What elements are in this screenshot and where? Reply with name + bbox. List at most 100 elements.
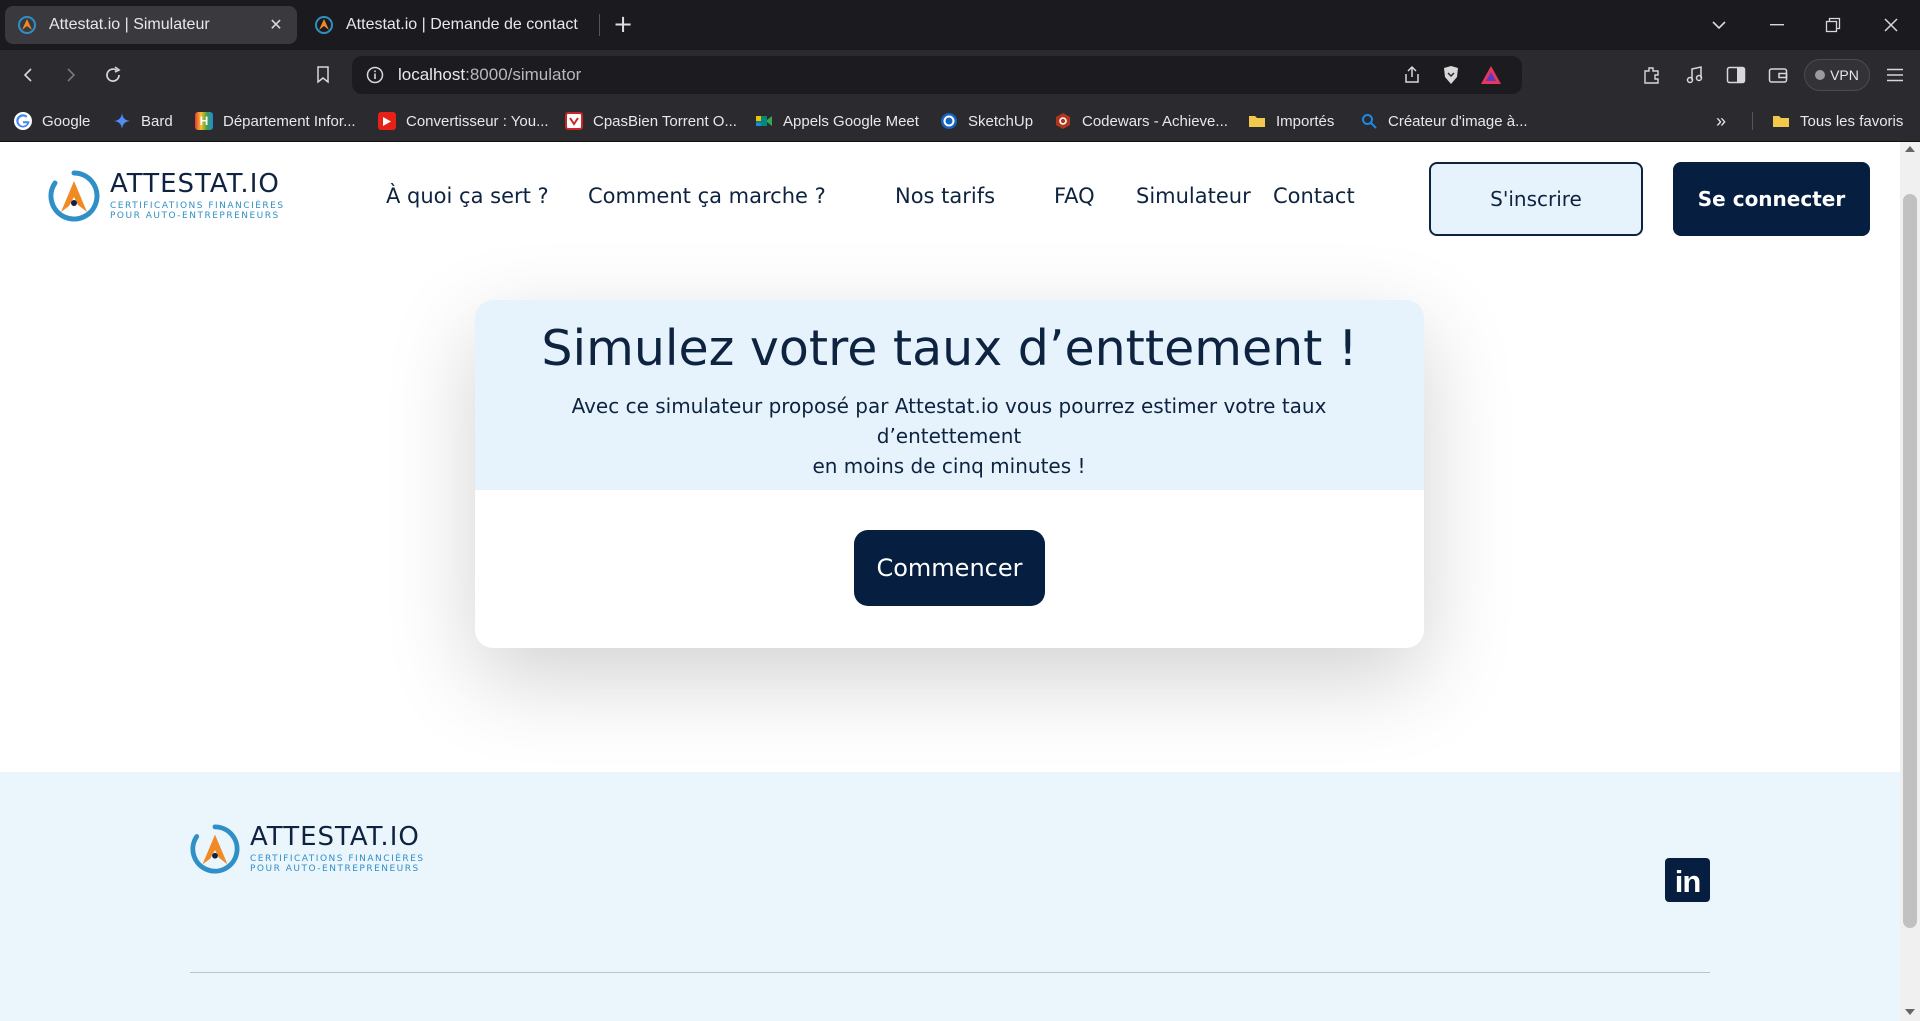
bookmark-all-favorites[interactable]: Tous les favoris <box>1772 109 1903 133</box>
site-logo[interactable]: ATTESTAT.IO CERTIFICATIONS FINANCIÈRES P… <box>48 170 285 222</box>
nav-contact[interactable]: Contact <box>1273 184 1355 208</box>
site-header: ATTESTAT.IO CERTIFICATIONS FINANCIÈRES P… <box>0 142 1900 257</box>
bookmark-label: Bard <box>141 112 173 130</box>
bookmark-bard[interactable]: Bard <box>113 109 173 133</box>
tab-contact[interactable]: Attestat.io | Demande de contact <box>302 6 594 44</box>
google-icon <box>14 112 32 130</box>
bookmark-codewars[interactable]: Codewars - Achieve... <box>1054 109 1228 133</box>
url-text[interactable]: localhost:8000/simulator <box>398 65 581 85</box>
attestat-favicon-icon <box>315 16 333 34</box>
start-button[interactable]: Commencer <box>854 530 1045 606</box>
minimize-icon[interactable] <box>1752 0 1802 50</box>
tab-separator <box>599 14 600 36</box>
browser-toolbar: localhost:8000/simulator VPN <box>0 50 1920 100</box>
nav-nos-tarifs[interactable]: Nos tarifs <box>895 184 995 208</box>
close-tab-icon[interactable]: ✕ <box>267 15 285 35</box>
logo-subtitle-2: POUR AUTO-ENTREPRENEURS <box>250 864 420 875</box>
menu-icon[interactable] <box>1880 60 1910 90</box>
site-info-icon[interactable] <box>366 66 384 84</box>
bookmark-departement[interactable]: H Département Infor... <box>195 109 356 133</box>
signup-button[interactable]: S'inscrire <box>1429 162 1643 236</box>
footer-logo[interactable]: ATTESTAT.IO CERTIFICATIONS FINANCIÈRES P… <box>190 824 425 875</box>
bookmark-label: Département Infor... <box>223 112 356 130</box>
bookmark-label: Créateur d'image à... <box>1388 112 1528 130</box>
share-icon[interactable] <box>1402 65 1422 85</box>
bookmark-label: CpasBien Torrent O... <box>593 112 737 130</box>
logo-name: ATTESTAT.IO <box>110 168 280 199</box>
brave-rewards-icon[interactable] <box>1480 65 1502 85</box>
bookmark-google[interactable]: Google <box>14 109 90 133</box>
bookmark-importes[interactable]: Importés <box>1248 109 1334 133</box>
bookmark-convertisseur[interactable]: Convertisseur : You... <box>378 109 549 133</box>
bookmark-cpasbien[interactable]: CpasBien Torrent O... <box>565 109 737 133</box>
meet-icon <box>756 116 772 126</box>
new-tab-button[interactable]: + <box>608 10 638 40</box>
nav-simulateur[interactable]: Simulateur <box>1136 184 1251 208</box>
address-bar[interactable]: localhost:8000/simulator <box>352 56 1522 94</box>
linkedin-icon[interactable]: in <box>1665 858 1710 902</box>
bookmark-label: Importés <box>1276 112 1335 130</box>
vpn-label: VPN <box>1830 67 1859 83</box>
attestat-favicon-icon <box>18 16 36 34</box>
nav-a-quoi-ca-sert[interactable]: À quoi ça sert ? <box>386 184 549 208</box>
bookmark-sketchup[interactable]: SketchUp <box>940 109 1033 133</box>
vpn-status-icon <box>1815 70 1826 80</box>
bookmark-label: SketchUp <box>968 112 1034 130</box>
bookmark-google-meet[interactable]: Appels Google Meet <box>755 109 919 133</box>
brave-shields-icon[interactable] <box>1440 64 1462 86</box>
logo-name: ATTESTAT.IO <box>250 822 420 852</box>
simulator-description-line-2: en moins de cinq minutes ! <box>812 454 1086 478</box>
attestat-logo-icon <box>48 170 100 222</box>
site-footer: ATTESTAT.IO CERTIFICATIONS FINANCIÈRES P… <box>0 772 1900 1021</box>
bookmark-label: Google <box>42 112 91 130</box>
bookmarks-divider <box>1752 112 1753 130</box>
page-scrollbar[interactable] <box>1900 142 1920 1021</box>
cpasbien-icon <box>565 112 583 130</box>
url-path: :8000/simulator <box>465 65 582 84</box>
simulator-description: Avec ce simulateur proposé par Attestat.… <box>499 391 1399 481</box>
simulator-title: Simulez votre taux d’enttement ! <box>541 320 1358 377</box>
url-host: localhost <box>398 65 466 84</box>
wallet-icon[interactable] <box>1763 60 1793 90</box>
close-window-icon[interactable] <box>1866 0 1916 50</box>
forward-arrow-icon[interactable] <box>55 60 85 90</box>
page-viewport: ATTESTAT.IO CERTIFICATIONS FINANCIÈRES P… <box>0 142 1900 1021</box>
tab-simulateur[interactable]: Attestat.io | Simulateur ✕ <box>5 6 297 44</box>
search-icon <box>1362 114 1377 129</box>
tab-title: Attestat.io | Simulateur <box>49 16 210 33</box>
reload-icon[interactable] <box>98 60 128 90</box>
scrollbar-thumb[interactable] <box>1903 194 1917 928</box>
logo-subtitle-1: CERTIFICATIONS FINANCIÈRES <box>110 200 285 211</box>
simulator-card-header: Simulez votre taux d’enttement ! Avec ce… <box>475 300 1424 490</box>
h-icon: H <box>195 112 213 130</box>
tab-search-chevron-icon[interactable] <box>1694 0 1744 50</box>
simulator-card: Simulez votre taux d’enttement ! Avec ce… <box>475 300 1424 648</box>
extensions-icon[interactable] <box>1637 60 1667 90</box>
login-button[interactable]: Se connecter <box>1673 162 1870 236</box>
sidebar-icon[interactable] <box>1721 60 1751 90</box>
bookmark-label: Tous les favoris <box>1800 112 1904 130</box>
media-icon[interactable] <box>1680 60 1710 90</box>
bookmarks-bar: Google Bard H Département Infor... Conve… <box>0 100 1920 142</box>
folder-icon <box>1249 116 1265 127</box>
nav-comment-ca-marche[interactable]: Comment ça marche ? <box>588 184 826 208</box>
attestat-logo-icon <box>190 824 240 874</box>
back-arrow-icon[interactable] <box>14 60 44 90</box>
restore-icon[interactable] <box>1808 0 1858 50</box>
nav-faq[interactable]: FAQ <box>1054 184 1095 208</box>
footer-divider <box>190 972 1710 973</box>
folder-icon <box>1773 116 1789 127</box>
logo-subtitle-1: CERTIFICATIONS FINANCIÈRES <box>250 854 425 864</box>
sketchup-icon <box>941 113 957 129</box>
scroll-down-arrow-icon[interactable] <box>1905 1009 1915 1015</box>
more-bookmarks-chevron-icon[interactable]: » <box>1716 109 1726 133</box>
bookmark-label: Codewars - Achieve... <box>1082 112 1228 130</box>
tab-title: Attestat.io | Demande de contact <box>346 16 578 33</box>
scroll-up-arrow-icon[interactable] <box>1905 146 1915 152</box>
bookmark-icon[interactable] <box>308 60 338 90</box>
codewars-icon <box>1056 113 1070 129</box>
bookmark-createur-image[interactable]: Créateur d'image à... <box>1360 109 1528 133</box>
vpn-button[interactable]: VPN <box>1804 59 1870 91</box>
tab-bar: Attestat.io | Simulateur ✕ Attestat.io |… <box>0 0 1920 50</box>
bookmark-label: Appels Google Meet <box>783 112 919 130</box>
